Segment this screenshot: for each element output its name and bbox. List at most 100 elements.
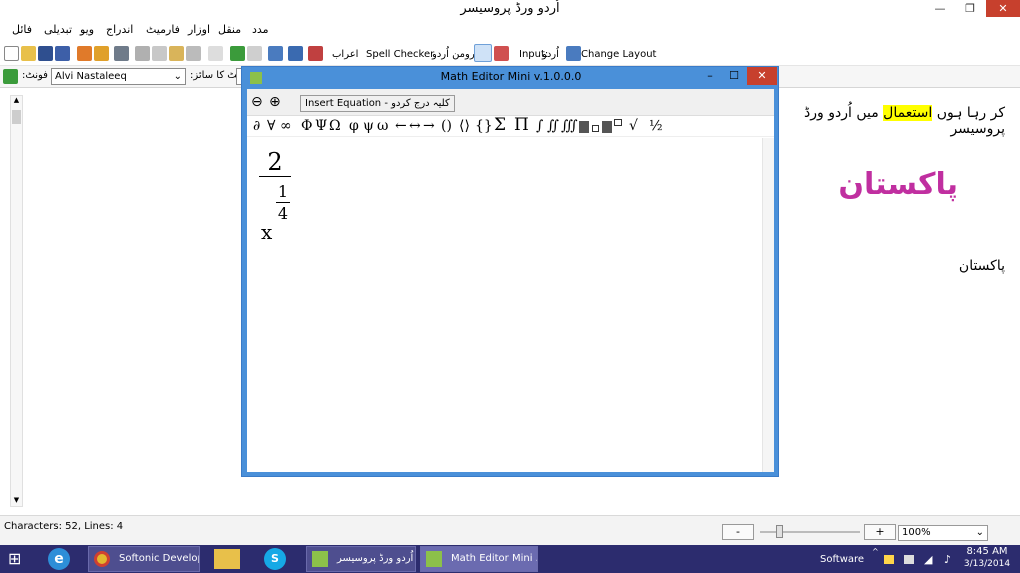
save-icon[interactable] (38, 46, 53, 61)
menu-edit[interactable]: تبدیلی (44, 23, 72, 36)
insert-equation-button[interactable]: Insert Equation - کلیہ درج کردو (300, 95, 455, 112)
dialog-close-icon[interactable]: ✕ (747, 67, 777, 85)
symbol-half[interactable]: ½ (649, 118, 663, 134)
new-icon[interactable] (4, 46, 19, 61)
zoom-in-icon[interactable]: ⊕ (269, 94, 281, 110)
dialog-minimize-icon[interactable]: – (700, 69, 720, 82)
spell-icon[interactable] (94, 46, 109, 61)
grid-icon[interactable] (3, 69, 18, 84)
flag-icon[interactable] (884, 555, 894, 564)
symbol-psi-lower[interactable]: ψ (363, 118, 374, 134)
subscript-template-icon[interactable] (579, 121, 589, 133)
menu-view[interactable]: ویو (80, 23, 94, 36)
symbol-product[interactable]: Π (514, 115, 529, 135)
file-explorer-icon[interactable] (214, 549, 240, 569)
print-icon[interactable] (114, 46, 129, 61)
zoom-slider[interactable] (760, 531, 860, 533)
equation-canvas[interactable]: 2 x 1 4 (247, 138, 762, 472)
zoom-out-icon[interactable]: ⊖ (251, 94, 263, 110)
volume-icon[interactable]: ♪ (944, 553, 951, 566)
taskbar: ⊞ e Softonic Develop... S اُردو ورڈ پروس… (0, 545, 1020, 573)
restore-icon[interactable]: ❐ (956, 0, 984, 17)
tray-label[interactable]: Software (820, 554, 864, 565)
symbol-phi-upper[interactable]: Φ (301, 118, 312, 134)
menu-tools[interactable]: اوزار (188, 23, 210, 36)
fraction-line (259, 176, 291, 177)
layout-icon[interactable] (566, 46, 581, 61)
zoom-in-button[interactable]: + (864, 524, 896, 540)
save-all-icon[interactable] (55, 46, 70, 61)
tray-chevron-icon[interactable]: ^ (872, 547, 879, 556)
erab-button[interactable]: اعراب (332, 49, 358, 60)
copy-icon[interactable] (152, 46, 167, 61)
zoom-select[interactable]: 100% ⌄ (898, 525, 988, 541)
battery-icon[interactable] (904, 555, 914, 564)
symbol-braces[interactable]: {} (475, 118, 493, 134)
change-layout-button[interactable]: Change Layout (581, 49, 656, 60)
box-icon[interactable] (592, 125, 599, 132)
symbol-forall[interactable]: ∀ (267, 118, 275, 134)
clock-date[interactable]: 3/13/2014 (962, 559, 1012, 569)
replace-icon[interactable] (288, 46, 303, 61)
input-value[interactable]: اُردو (542, 49, 559, 60)
undo-icon[interactable] (230, 46, 245, 61)
dialog-maximize-icon[interactable]: ☐ (724, 69, 744, 82)
dialog-scrollbar[interactable] (762, 138, 774, 472)
symbol-sqrt[interactable]: √ (629, 118, 638, 134)
symbol-integral[interactable]: ∫ (536, 118, 543, 134)
math-icon[interactable] (308, 46, 323, 61)
symbol-omega-lower[interactable]: ω (377, 118, 388, 134)
eraser-icon[interactable] (494, 46, 509, 61)
format-icon[interactable] (208, 46, 223, 61)
scroll-up-icon[interactable]: ▲ (11, 96, 22, 106)
paste-special-icon[interactable] (186, 46, 201, 61)
zoom-out-button[interactable]: - (722, 524, 754, 540)
spell-checker-button[interactable]: Spell Checker (366, 49, 434, 60)
close-icon[interactable]: ✕ (986, 0, 1020, 17)
symbol-arrow-left[interactable]: ← (395, 118, 407, 134)
open-icon[interactable] (21, 46, 36, 61)
document-line-2: پاکستان (958, 258, 1005, 274)
paste-icon[interactable] (169, 46, 184, 61)
symbol-angles[interactable]: ⟨⟩ (459, 118, 470, 134)
symbol-parens[interactable]: () (441, 118, 452, 134)
menu-help[interactable]: مدد (252, 23, 269, 36)
scroll-thumb[interactable] (12, 110, 21, 124)
skype-icon[interactable]: S (264, 548, 286, 570)
minimize-icon[interactable]: — (926, 0, 954, 17)
ie-icon[interactable]: e (48, 548, 70, 570)
font-select[interactable]: Alvi Nastaleeq ⌄ (51, 68, 186, 85)
cut-icon[interactable] (135, 46, 150, 61)
equation-numerator: 2 (267, 148, 283, 176)
clock-time[interactable]: 8:45 AM (962, 546, 1012, 557)
menu-file[interactable]: فائل (12, 23, 32, 36)
find-icon[interactable] (268, 46, 283, 61)
symbol-arrow-right[interactable]: → (423, 118, 435, 134)
superscript-template-icon[interactable] (602, 121, 612, 133)
redo-icon[interactable] (247, 46, 262, 61)
symbol-sum[interactable]: Σ (494, 115, 506, 135)
symbol-phi-lower[interactable]: φ (349, 118, 359, 134)
dialog-body: ⊖ ⊕ Insert Equation - کلیہ درج کردو ∂ ∀ … (247, 89, 774, 472)
keyboard-icon[interactable] (474, 44, 492, 62)
symbol-arrow-both[interactable]: ↔ (409, 118, 421, 134)
symbol-infinity[interactable]: ∞ (280, 118, 292, 134)
scroll-down-icon[interactable]: ▼ (11, 496, 22, 506)
roman-urdu-button[interactable]: رومن اُردو (432, 49, 475, 60)
menu-format[interactable]: فارمیٹ (146, 23, 180, 36)
symbol-psi-upper[interactable]: Ψ (315, 118, 327, 134)
window-title: اُردو ورڈ پروسیسر (460, 1, 560, 16)
symbol-omega-upper[interactable]: Ω (329, 118, 341, 134)
windows-start-icon[interactable]: ⊞ (8, 551, 26, 567)
symbol-partial[interactable]: ∂ (253, 118, 260, 134)
zoom-slider-thumb[interactable] (776, 525, 783, 538)
symbol-double-integral[interactable]: ∬ (547, 118, 559, 134)
network-icon[interactable]: ◢ (924, 553, 932, 566)
print-preview-icon[interactable] (77, 46, 92, 61)
vertical-scrollbar[interactable]: ▲ ▼ (10, 95, 23, 507)
menu-convert[interactable]: منقل (218, 23, 241, 36)
exponent-fraction-line (276, 202, 290, 203)
menu-insert[interactable]: اندراج (106, 23, 133, 36)
symbol-triple-integral[interactable]: ∭ (561, 118, 578, 134)
box-super-icon[interactable] (614, 119, 622, 126)
